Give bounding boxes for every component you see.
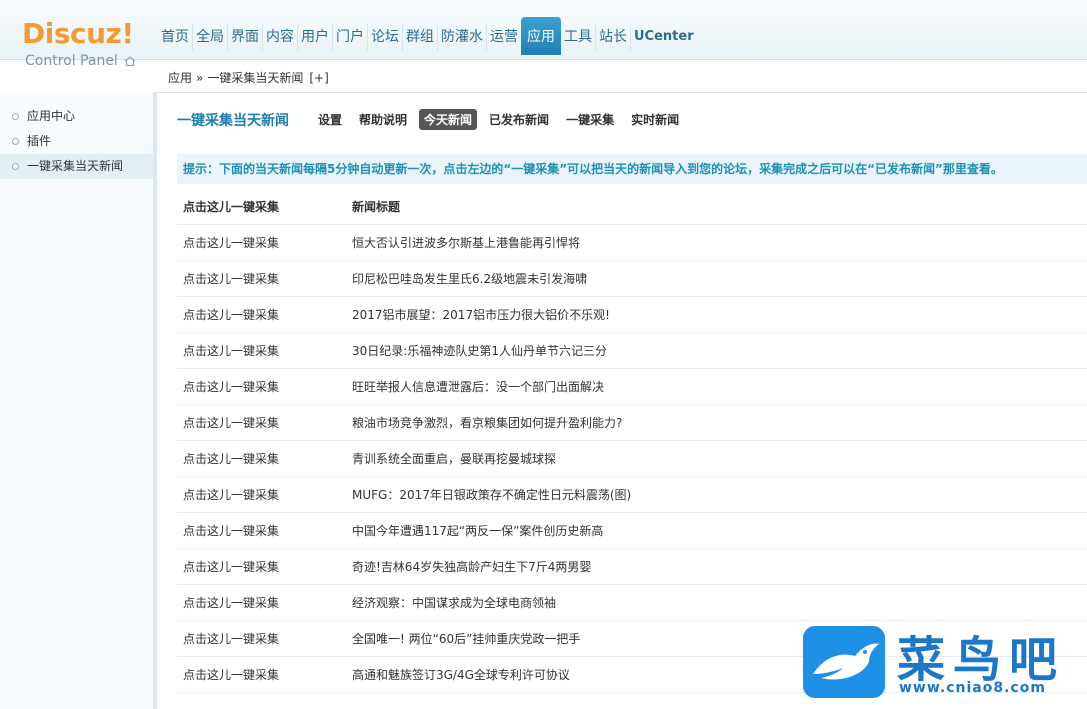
breadcrumb: 应用 » 一键采集当天新闻 [+]	[168, 69, 329, 86]
nav-item-10[interactable]: 应用	[521, 17, 561, 55]
nav-item-5[interactable]: 门户	[332, 23, 367, 51]
collect-link[interactable]: 点击这儿一键采集	[177, 306, 347, 323]
sidebar-item-1[interactable]: 插件	[0, 129, 153, 154]
bullet-icon	[12, 113, 19, 120]
plugin-tab-4[interactable]: 一键采集	[561, 109, 619, 130]
watermark-bird-logo	[803, 626, 885, 698]
logo-subtitle-text: Control Panel	[25, 53, 118, 69]
collect-link[interactable]: 点击这儿一键采集	[177, 450, 347, 467]
table-row: 点击这儿一键采集 奇迹!吉林64岁失独高龄产妇生下7斤4两男婴	[177, 549, 1087, 585]
sidebar-item-label: 应用中心	[27, 109, 76, 123]
collect-link[interactable]: 点击这儿一键采集	[177, 342, 347, 359]
nav-item-9[interactable]: 运营	[486, 23, 521, 51]
news-title: 粮油市场竞争激烈，看京粮集团如何提升盈利能力?	[352, 416, 623, 430]
table-row: 点击这儿一键采集 2017铝市展望：2017铝市压力很大铝价不乐观!	[177, 297, 1087, 333]
news-title: MUFG：2017年日银政策存不确定性日元料震荡(图)	[352, 488, 632, 502]
table-row: 点击这儿一键采集 恒大否认引进波多尔斯基上港鲁能再引悍将	[177, 225, 1087, 261]
nav-item-0[interactable]: 首页	[158, 23, 192, 51]
logo-brand: Discuz!	[22, 17, 134, 50]
sidebar-item-0[interactable]: 应用中心	[0, 104, 153, 129]
news-title: 30日纪录:乐福神迹队史第1人仙丹单节六记三分	[352, 344, 607, 358]
nav-item-12[interactable]: 站长	[595, 23, 630, 51]
sidebar-item-label: 插件	[27, 134, 52, 148]
sidebar-item-label: 一键采集当天新闻	[27, 159, 124, 173]
plugin-tab-2[interactable]: 今天新闻	[419, 109, 478, 130]
news-title: 奇迹!吉林64岁失独高龄产妇生下7斤4两男婴	[352, 560, 592, 574]
logo[interactable]: Discuz! Control Panel	[22, 17, 136, 69]
plugin-header: 一键采集当天新闻 设置 帮助说明 今天新闻 已发布新闻 一键采集 实时新闻	[177, 109, 691, 130]
nav-item-8[interactable]: 防灌水	[437, 23, 486, 51]
sidebar-list: 应用中心插件一键采集当天新闻	[0, 92, 153, 179]
breadcrumb-current: 一键采集当天新闻	[207, 71, 304, 85]
nav-item-2[interactable]: 界面	[227, 23, 262, 51]
bullet-icon	[12, 138, 19, 145]
collect-link[interactable]: 点击这儿一键采集	[177, 630, 347, 647]
news-title: 经济观察：中国谋求成为全球电商领袖	[352, 596, 557, 610]
table-row: 点击这儿一键采集 中国今年遭遇117起“两反一保”案件创历史新高	[177, 513, 1087, 549]
table-row: 点击这儿一键采集 经济观察：中国谋求成为全球电商领袖	[177, 585, 1087, 621]
nav-item-1[interactable]: 全局	[192, 23, 227, 51]
nav-item-13[interactable]: UCenter	[630, 23, 697, 51]
bird-icon	[813, 643, 879, 680]
nav-item-3[interactable]: 内容	[262, 23, 297, 51]
breadcrumb-root[interactable]: 应用	[168, 71, 192, 85]
news-title: 青训系统全面重启，曼联再挖曼城球探	[352, 452, 557, 466]
table-row: 点击这儿一键采集 30日纪录:乐福神迹队史第1人仙丹单节六记三分	[177, 333, 1087, 369]
top-header: Discuz! Control Panel 首页 全局 界面 内容 用户 门户 论坛 群组 防灌…	[0, 0, 1087, 69]
table-row: 点击这儿一键采集 旺旺举报人信息遭泄露后：没一个部门出面解决	[177, 369, 1087, 405]
plugin-tab-3[interactable]: 已发布新闻	[484, 109, 554, 130]
nav-item-6[interactable]: 论坛	[367, 23, 402, 51]
table-row: 点击这儿一键采集 MUFG：2017年日银政策存不确定性日元料震荡(图)	[177, 477, 1087, 513]
bullet-icon	[12, 163, 19, 170]
news-title: 2017铝市展望：2017铝市压力很大铝价不乐观!	[352, 308, 610, 322]
logo-subtitle: Control Panel	[25, 53, 145, 69]
add-shortcut-button[interactable]: [+]	[309, 71, 328, 85]
collect-link[interactable]: 点击这儿一键采集	[177, 558, 347, 575]
nav-item-7[interactable]: 群组	[402, 23, 437, 51]
watermark: 菜鸟吧 www.cniao8.com	[803, 624, 1087, 709]
plugin-tabs: 设置 帮助说明 今天新闻 已发布新闻 一键采集 实时新闻	[313, 109, 691, 130]
collect-link[interactable]: 点击这儿一键采集	[177, 270, 347, 287]
breadcrumb-bar: 应用 » 一键采集当天新闻 [+]	[157, 61, 1087, 93]
tip-banner: 提示：下面的当天新闻每隔5分钟自动更新一次，点击左边的“一键采集”可以把当天的新…	[177, 154, 1087, 184]
collect-link[interactable]: 点击这儿一键采集	[177, 378, 347, 395]
table-row: 点击这儿一键采集 印尼松巴哇岛发生里氏6.2级地震未引发海啸	[177, 261, 1087, 297]
nav-item-11[interactable]: 工具	[561, 23, 595, 51]
collect-link[interactable]: 点击这儿一键采集	[177, 666, 347, 683]
nav-item-4[interactable]: 用户	[297, 23, 332, 51]
table-header-row: 点击这儿一键采集 新闻标题	[177, 189, 1087, 225]
news-title: 恒大否认引进波多尔斯基上港鲁能再引悍将	[352, 236, 581, 250]
home-icon	[124, 56, 136, 66]
collect-link[interactable]: 点击这儿一键采集	[177, 234, 347, 251]
news-title: 印尼松巴哇岛发生里氏6.2级地震未引发海啸	[352, 272, 588, 286]
news-title: 旺旺举报人信息遭泄露后：没一个部门出面解决	[352, 380, 605, 394]
news-table: 点击这儿一键采集 新闻标题 点击这儿一键采集 恒大否认引进波多尔斯基上港鲁能再引悍…	[177, 189, 1087, 693]
table-row: 点击这儿一键采集 青训系统全面重启，曼联再挖曼城球探	[177, 441, 1087, 477]
plugin-tab-1[interactable]: 帮助说明	[354, 109, 412, 130]
collect-link[interactable]: 点击这儿一键采集	[177, 414, 347, 431]
column-header-title: 新闻标题	[352, 200, 401, 214]
plugin-tab-5[interactable]: 实时新闻	[626, 109, 684, 130]
sidebar-item-2[interactable]: 一键采集当天新闻	[0, 154, 153, 179]
column-header-collect: 点击这儿一键采集	[183, 200, 280, 214]
news-title: 中国今年遭遇117起“两反一保”案件创历史新高	[352, 524, 604, 538]
collect-link[interactable]: 点击这儿一键采集	[177, 486, 347, 503]
collect-link[interactable]: 点击这儿一键采集	[177, 522, 347, 539]
main-content: 一键采集当天新闻 设置 帮助说明 今天新闻 已发布新闻 一键采集 实时新闻 提示：下面的当…	[157, 94, 1087, 709]
watermark-url: www.cniao8.com	[899, 680, 1046, 696]
breadcrumb-separator: »	[196, 71, 204, 85]
plugin-tab-0[interactable]: 设置	[313, 109, 347, 130]
sidebar: 应用中心插件一键采集当天新闻	[0, 92, 157, 709]
table-row: 点击这儿一键采集 粮油市场竞争激烈，看京粮集团如何提升盈利能力?	[177, 405, 1087, 441]
main-nav: 首页 全局 界面 内容 用户 门户 论坛 群组 防灌水 运营 应用 工具 站长 UCenter	[158, 17, 697, 55]
collect-link[interactable]: 点击这儿一键采集	[177, 594, 347, 611]
plugin-title: 一键采集当天新闻	[177, 112, 289, 129]
